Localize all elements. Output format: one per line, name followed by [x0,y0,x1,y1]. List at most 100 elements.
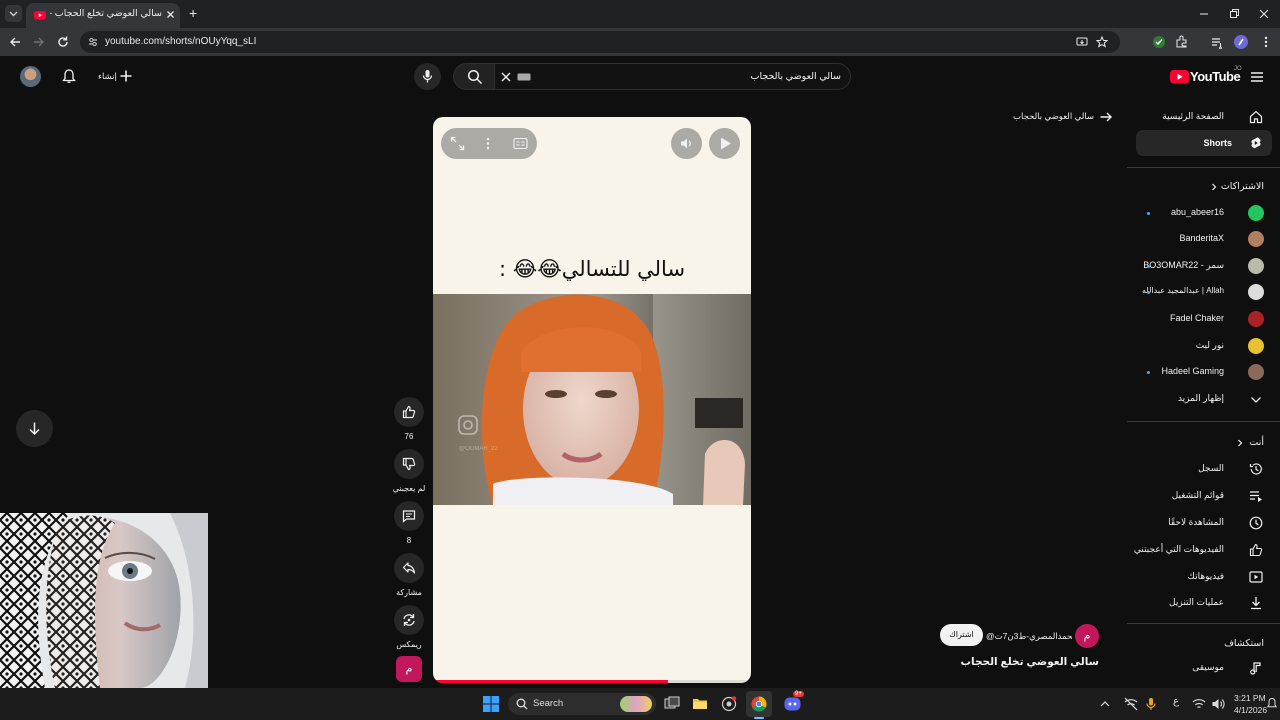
search-icon [467,69,483,85]
share-button[interactable] [394,553,424,583]
subscribe-button[interactable]: اشتراك [940,624,983,646]
keyboard-icon[interactable] [517,72,531,82]
profile-avatar-icon[interactable] [1233,34,1249,50]
clear-search-icon[interactable] [500,71,512,83]
clock-time[interactable]: 3:21 PM [1234,693,1266,703]
forward-arrow-icon[interactable] [32,35,46,49]
sidebar-divider [1127,167,1280,168]
browser-tab-active[interactable]: سالي العوضي تخلع الحجاب - ube [26,3,180,28]
subscribe-label: اشتراك [949,630,974,639]
sidebar-item-label: الفيديوهات التي أعجبتني [1133,544,1224,554]
dislike-button[interactable] [394,449,424,479]
file-explorer-icon[interactable] [692,696,708,712]
like-count: 76 [404,432,414,441]
back-link-text: سالي العوضي بالحجاب [1013,111,1094,121]
taskbar-search-label: Search [533,698,564,709]
channel-handle[interactable]: @محمدالمصري-ط3ن7ت [986,631,1072,642]
fullscreen-icon[interactable] [450,136,465,151]
remix-label: ريمكس [396,640,422,649]
install-app-icon[interactable] [1076,36,1088,48]
notifications-bell-icon[interactable] [61,68,77,85]
windows-start-icon[interactable] [483,696,499,712]
play-button[interactable] [709,128,740,159]
comment-icon [402,510,416,523]
taskbar-search[interactable]: Search [508,693,656,715]
restore-icon[interactable] [1228,8,1240,20]
youtube-logo[interactable]: YouTube JO [1170,66,1245,87]
task-view-icon[interactable] [664,696,680,712]
extension-green-icon[interactable] [1151,34,1167,50]
guide-menu-icon[interactable] [1250,70,1264,84]
app-icon[interactable] [721,696,737,712]
show-hidden-icons-chevron-icon[interactable] [1099,698,1111,710]
search-icon [516,698,528,710]
tab-title: سالي العوضي تخلع الحجاب - ube [50,8,162,19]
network-off-icon[interactable] [1124,697,1138,711]
close-window-icon[interactable] [1258,8,1270,20]
remix-button[interactable] [394,605,424,635]
microphone-in-use-icon[interactable] [1145,697,1157,711]
progress-bar[interactable] [433,680,751,683]
new-tab-button[interactable]: + [189,5,197,21]
you-header[interactable]: أنت [1220,436,1270,450]
back-arrow-icon[interactable] [8,35,22,49]
media-controls-icon[interactable] [1210,35,1224,49]
clock-date[interactable]: 4/1/2026 [1234,705,1267,715]
subscriptions-header[interactable]: الاشتراكات [1200,180,1270,194]
video-caption: سالي للتسالي😂😂 : [498,257,686,281]
chevron-down-icon [9,11,18,17]
shorts-icon [1251,137,1261,149]
down-arrow-icon [29,422,40,436]
channel-avatar-button[interactable]: م [1075,624,1099,648]
shorts-player[interactable]: سالي للتسالي😂😂 : @OOMAR_22 [433,117,751,683]
search-input[interactable]: سالي العوضي بالحجاب [494,63,851,90]
webcam-overlay-image [0,513,208,688]
taskbar-active-indicator [754,717,764,719]
back-to-search-link[interactable]: سالي العوضي بالحجاب [1013,108,1115,126]
site-info-icon[interactable] [87,36,99,48]
mute-button[interactable] [671,128,702,159]
chrome-taskbar-button[interactable] [746,691,772,717]
close-tab-icon[interactable] [165,9,176,20]
playlists-icon [1250,491,1262,502]
history-icon [1249,463,1262,475]
captions-icon[interactable] [513,137,528,150]
search-highlight-image [620,696,652,712]
channel-avatar [1248,311,1264,327]
next-short-button[interactable] [16,410,53,447]
like-button[interactable] [394,397,424,427]
show-more-label: إظهار المزيد [1177,393,1224,403]
discord-taskbar-button[interactable]: 9+ [780,691,806,717]
home-icon [1249,110,1263,124]
portrait-photo [0,513,208,688]
sidebar-divider [1127,421,1280,422]
reload-icon[interactable] [56,35,70,49]
your-videos-icon [1249,571,1263,583]
extensions-puzzle-icon[interactable] [1175,35,1189,49]
comments-button[interactable] [394,501,424,531]
new-content-dot [1147,371,1150,374]
voice-search-button[interactable] [414,63,441,90]
star-icon[interactable] [1096,36,1108,48]
channel-sound-initial: م [405,663,413,675]
wifi-icon[interactable] [1192,697,1206,711]
channel-sound-button[interactable]: م [396,656,422,682]
search-button[interactable] [453,63,495,90]
share-icon [402,562,416,574]
channel-avatar [1248,231,1264,247]
subscription-name: Hadeel Gaming [1161,366,1224,376]
address-bar[interactable]: youtube.com/shorts/nOUyYqq_sLI [80,31,1120,53]
plus-icon [120,70,132,82]
more-options-icon[interactable] [484,136,492,151]
subscription-name: نور ليث [1195,340,1224,350]
account-avatar[interactable] [20,66,41,87]
create-button[interactable]: إنشاء [96,66,136,86]
input-language[interactable]: ع [1173,696,1179,707]
you-title: أنت [1249,437,1264,448]
video-watermark: @OOMAR_22 [459,446,498,452]
tab-search-button[interactable] [5,5,22,22]
notification-bell-icon[interactable] [1266,697,1278,711]
volume-icon[interactable] [1211,697,1225,711]
browser-menu-icon[interactable] [1260,35,1272,49]
minimize-icon[interactable] [1198,8,1210,20]
